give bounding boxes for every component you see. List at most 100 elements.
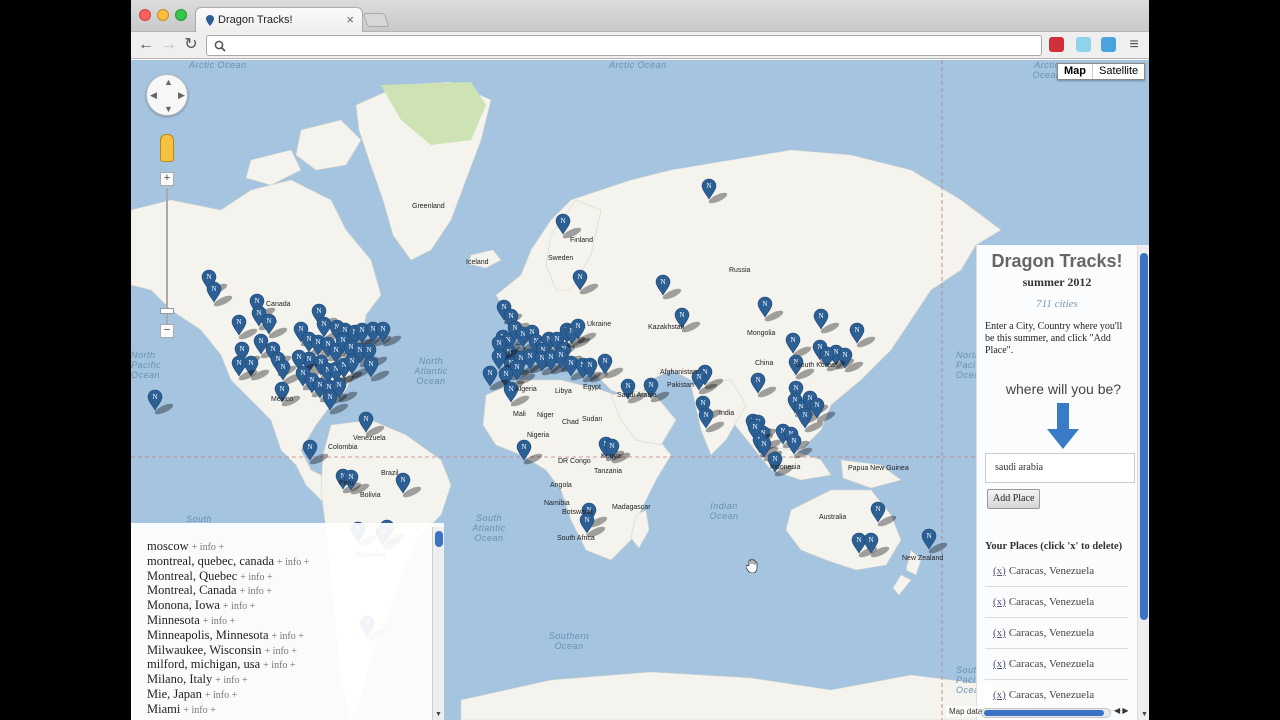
city-name[interactable]: Mie, Japan [147,687,202,701]
marker-glyph: N [857,536,862,544]
marker-glyph: N [661,278,666,286]
city-name[interactable]: Montreal, Canada [147,583,237,597]
delete-place-link[interactable]: (x) [993,596,1006,608]
list-item[interactable]: Minneapolis, Minnesota + info + [147,628,309,643]
map-type-satellite-button[interactable]: Satellite [1093,64,1144,79]
marker-glyph: N [281,363,286,371]
city-name[interactable]: Minneapolis, Minnesota [147,628,269,642]
zoom-track[interactable] [166,188,168,324]
browser-tab[interactable]: Dragon Tracks! × [195,7,363,33]
pan-left-icon[interactable]: ◀ [150,90,157,101]
city-name[interactable]: montreal, quebec, canada [147,554,274,568]
extension-note-icon[interactable] [1101,37,1116,52]
pan-right-icon[interactable]: ▶ [178,90,185,101]
info-link[interactable]: + info + [240,586,272,597]
info-link[interactable]: + info + [240,572,272,583]
city-name[interactable]: milford, michigan, usa [147,657,260,671]
dragon-tracks-panel: Dragon Tracks! summer 2012 711 cities En… [976,245,1149,720]
list-item[interactable]: Milwaukee, Wisconsin + info + [147,643,309,658]
info-link[interactable]: + info + [215,675,247,686]
world-map[interactable]: NNNNNNNNNNNNNNNNNNNNNNNNNNNNNNNNNNNNNNNN… [131,60,1149,720]
city-name[interactable]: Milwaukee, Wisconsin [147,643,262,657]
city-name[interactable]: moscow [147,539,189,553]
info-link[interactable]: + info + [223,601,255,612]
scroll-down-icon[interactable]: ▼ [435,710,442,718]
delete-place-link[interactable]: (x) [993,627,1006,639]
horizontal-scrollbar[interactable] [981,708,1111,718]
info-link[interactable]: + info + [183,705,215,716]
marker-glyph: N [704,411,709,419]
zoom-window-button[interactable] [175,9,187,21]
list-item[interactable]: Mie, Japan + info + [147,687,309,702]
street-view-pegman-icon[interactable] [160,134,174,162]
marker-glyph: N [367,346,372,354]
city-name[interactable]: Montreal, Quebec [147,569,237,583]
info-link[interactable]: + info + [205,690,237,701]
city-list-scrollbar[interactable]: ▼ [432,527,444,720]
info-link[interactable]: + info + [203,616,235,627]
marker-glyph: N [350,357,355,365]
place-item: (x) Caracas, Venezuela [985,556,1128,587]
ocean-label: North Pacific Ocean [131,350,162,380]
info-link[interactable]: + info + [272,631,304,642]
place-label: New Zealand [902,555,944,562]
marker-glyph: N [299,325,304,333]
list-item[interactable]: Monona, Iowa + info + [147,598,309,613]
delete-place-link[interactable]: (x) [993,565,1006,577]
extension-cloud-icon[interactable] [1076,37,1091,52]
zoom-in-button[interactable]: + [160,172,174,186]
marker-glyph: N [153,393,158,401]
info-link[interactable]: + info + [192,542,224,553]
back-button[interactable]: ← [136,35,156,55]
city-name[interactable]: Miami [147,702,180,716]
extension-asterisk-icon[interactable] [1049,37,1064,52]
pan-down-icon[interactable]: ▼ [164,104,173,114]
menu-icon[interactable]: ≡ [1124,35,1144,55]
map-data-attribution[interactable]: Map data [946,706,986,717]
zoom-knob[interactable] [160,308,174,314]
marker-glyph: N [401,476,406,484]
city-name[interactable]: Monona, Iowa [147,598,220,612]
scroll-down-icon[interactable]: ▼ [1141,710,1148,718]
marker-glyph: N [559,351,564,359]
place-label: Angola [550,482,572,489]
map-type-map-button[interactable]: Map [1058,64,1093,79]
scroll-arrows-icon[interactable]: ◀ ▶ [1114,706,1129,715]
minimize-window-button[interactable] [157,9,169,21]
add-place-button[interactable]: Add Place [987,489,1041,509]
city-name[interactable]: Milano, Italy [147,672,212,686]
list-item[interactable]: Miami + info + [147,702,309,717]
address-bar[interactable] [206,35,1042,56]
close-window-button[interactable] [139,9,151,21]
scroll-thumb[interactable] [435,531,443,547]
tab-close-icon[interactable]: × [346,12,354,27]
delete-place-link[interactable]: (x) [993,658,1006,670]
list-item[interactable]: Milano, Italy + info + [147,672,309,687]
place-label: Kazakhstan [648,324,685,331]
zoom-out-button[interactable]: − [160,324,174,338]
place-input[interactable]: saudi arabia [985,453,1135,483]
scroll-thumb[interactable] [984,710,1104,716]
list-item[interactable]: milford, michigan, usa + info + [147,657,309,672]
pan-control[interactable]: ▲ ▼ ◀ ▶ [146,74,188,116]
list-item[interactable]: montreal, quebec, canada + info + [147,554,309,569]
place-label: Sweden [548,255,574,262]
list-item[interactable]: Minnesota + info + [147,613,309,628]
zoom-slider[interactable]: + − [160,172,174,342]
list-item[interactable]: Montreal, Quebec + info + [147,569,309,584]
info-link[interactable]: + info + [277,557,309,568]
list-item[interactable]: moscow + info + [147,539,309,554]
delete-place-link[interactable]: (x) [993,689,1006,701]
place-label: Colombia [328,444,358,451]
panel-scrollbar[interactable]: ▼ [1137,245,1149,720]
scroll-thumb[interactable] [1140,253,1148,620]
pan-up-icon[interactable]: ▲ [164,77,173,87]
reload-button[interactable]: ↻ [181,35,201,55]
info-link[interactable]: + info + [265,646,297,657]
list-item[interactable]: Montreal, Canada + info + [147,583,309,598]
marker-glyph: N [843,351,848,359]
forward-button[interactable]: → [159,35,179,55]
new-tab-button[interactable] [362,13,390,27]
info-link[interactable]: + info + [263,660,295,671]
city-name[interactable]: Minnesota [147,613,200,627]
